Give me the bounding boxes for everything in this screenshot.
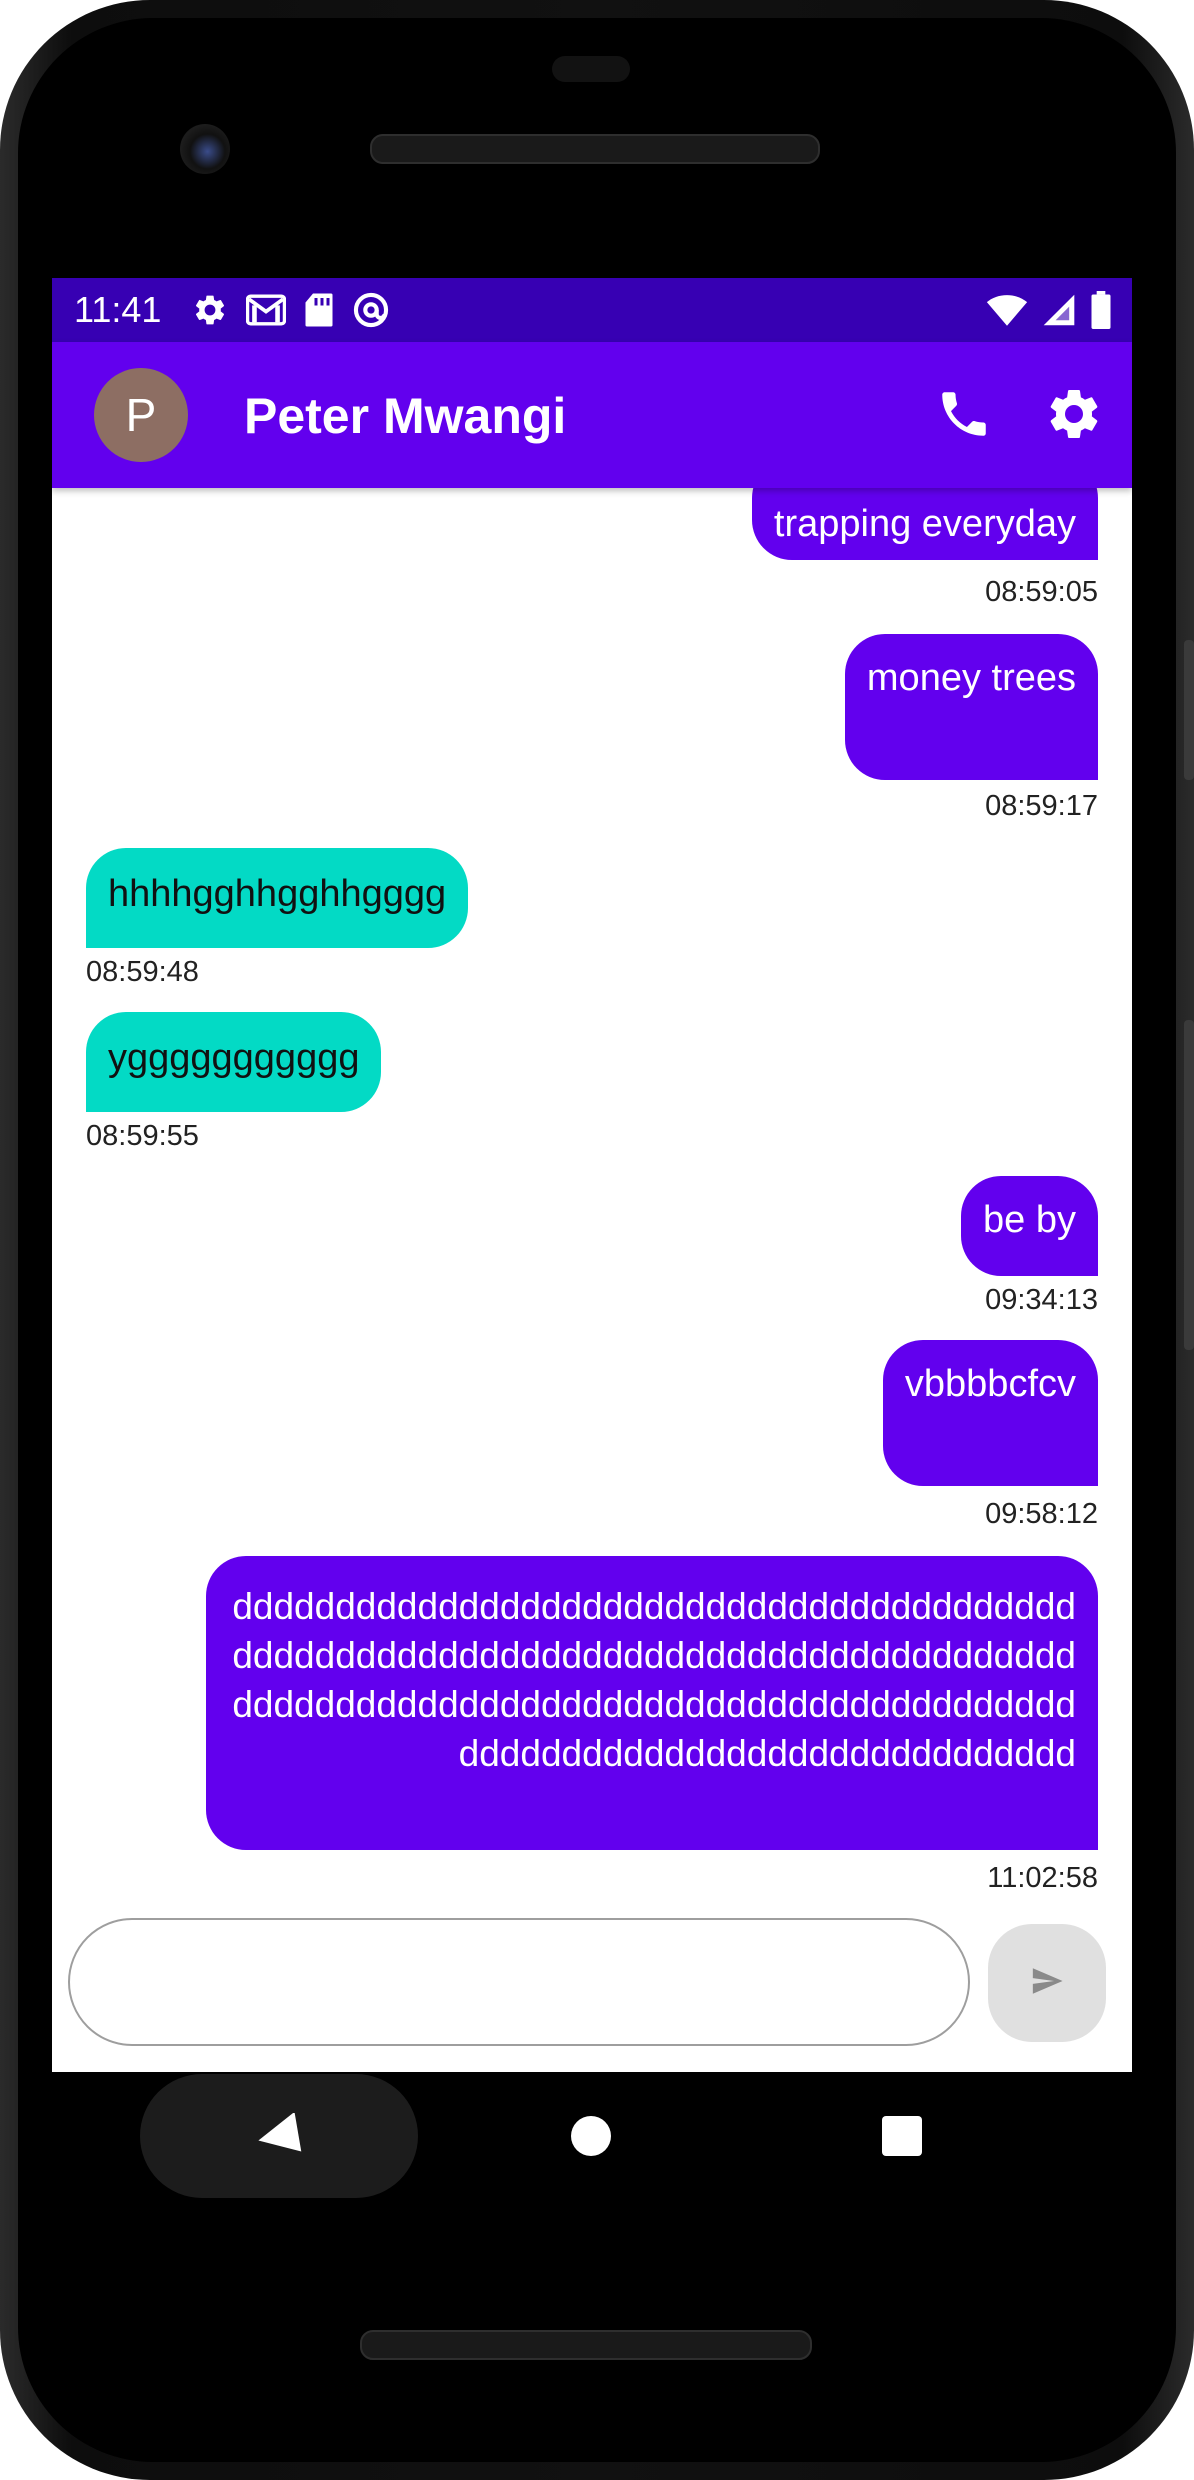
status-icons-left — [192, 288, 390, 332]
contact-name: Peter Mwangi — [244, 388, 567, 444]
message-text: vbbbbcfcv — [904, 1363, 1076, 1405]
top-sensor — [552, 56, 630, 82]
earpiece-speaker — [370, 134, 820, 164]
settings-icon — [192, 292, 228, 328]
status-icons-right — [986, 288, 1112, 332]
message-list[interactable]: trapping everyday 08:59:05 money trees 0… — [52, 488, 1132, 1888]
message-text: trapping everyday — [773, 503, 1076, 545]
message-bubble-outgoing[interactable]: dddddddddddddddddddddddddddddddddddddddd… — [206, 1556, 1098, 1850]
settings-icon — [1044, 384, 1104, 449]
message-bubble-outgoing[interactable]: vbbbbcfcv — [882, 1340, 1098, 1486]
nav-back-button[interactable] — [140, 2074, 418, 2198]
message-bubble-outgoing[interactable]: trapping everyday — [751, 488, 1098, 560]
volume-button — [1184, 1020, 1194, 1350]
message-timestamp: 11:02:58 — [987, 1862, 1098, 1888]
status-time: 11:41 — [74, 289, 162, 330]
avatar[interactable]: P — [94, 368, 188, 462]
message-text: be by — [983, 1199, 1076, 1241]
phone-frame: 11:41 P Peter Mwangi trapping everyday 0… — [0, 0, 1194, 2480]
at-sign-icon — [352, 291, 390, 329]
message-text: yggggggggggg — [108, 1037, 360, 1079]
signal-icon — [1042, 292, 1076, 328]
settings-button[interactable] — [1040, 382, 1108, 450]
home-icon[interactable] — [571, 2116, 611, 2156]
message-bubble-incoming[interactable]: hhhhgghhgghhgggg — [86, 848, 469, 948]
message-text: hhhhgghhgghhgggg — [108, 873, 447, 915]
message-timestamp: 08:59:17 — [985, 790, 1098, 822]
message-bubble-outgoing[interactable]: money trees — [844, 634, 1098, 780]
message-timestamp: 08:59:55 — [86, 1120, 199, 1152]
message-bubble-outgoing[interactable]: be by — [961, 1176, 1098, 1276]
message-bubble-incoming[interactable]: yggggggggggg — [86, 1012, 382, 1112]
call-button[interactable] — [930, 382, 998, 450]
call-icon — [935, 385, 993, 448]
app-bar: P Peter Mwangi — [52, 342, 1132, 488]
wifi-icon — [986, 292, 1028, 328]
recents-icon[interactable] — [882, 2116, 922, 2156]
power-button — [1184, 640, 1194, 780]
gmail-icon — [246, 292, 286, 328]
message-text: money trees — [866, 657, 1076, 699]
message-timestamp: 08:59:48 — [86, 956, 199, 988]
send-button[interactable] — [988, 1924, 1106, 2042]
sd-card-icon — [304, 292, 334, 328]
message-timestamp: 09:58:12 — [985, 1498, 1098, 1530]
screen: 11:41 P Peter Mwangi trapping everyday 0… — [52, 278, 1132, 2072]
back-icon — [256, 2111, 302, 2160]
message-input[interactable] — [68, 1918, 970, 2046]
battery-icon — [1090, 291, 1112, 329]
bottom-speaker — [360, 2330, 812, 2360]
send-icon — [1030, 1964, 1064, 2003]
front-camera-icon — [180, 124, 230, 174]
message-timestamp: 08:59:05 — [985, 576, 1098, 608]
message-timestamp: 09:34:13 — [985, 1284, 1098, 1316]
avatar-letter: P — [125, 389, 157, 441]
status-bar: 11:41 — [52, 278, 1132, 342]
message-text: dddddddddddddddddddddddddddddddddddddddd… — [232, 1586, 1076, 1774]
